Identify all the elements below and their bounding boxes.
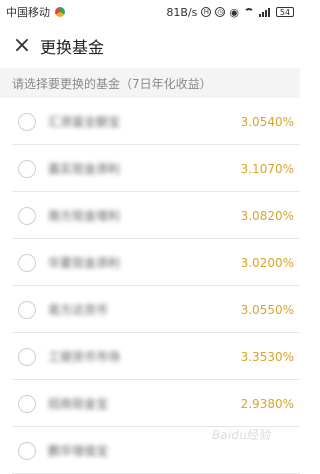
fund-name: 招商现金宝 (48, 397, 109, 411)
fund-list-item[interactable]: 华夏现金添利 3.0200% (0, 239, 300, 286)
carrier-text: 中国移动 (6, 6, 50, 19)
radio-button[interactable] (18, 441, 36, 460)
radio-button[interactable] (18, 159, 36, 178)
fund-list-item[interactable]: 汇添富全额宝 3.0540% (0, 98, 300, 145)
fund-list-item[interactable]: 嘉实现金添利 3.1070% (0, 145, 300, 192)
fund-rate: 2.9380% (240, 396, 294, 411)
carrier-badge-icon (55, 7, 65, 17)
fund-name: 南方现金增利 (48, 209, 121, 223)
fund-rate: 3.0820% (240, 208, 294, 223)
fund-rate: 3.3530% (240, 349, 294, 364)
fund-list-item[interactable]: 工银货币市场 3.3530% (0, 333, 300, 380)
radio-button[interactable] (18, 253, 36, 272)
battery-icon: 54 (276, 7, 294, 17)
close-icon[interactable]: × (12, 35, 32, 57)
fund-name: 鹏华增值宝 (48, 444, 109, 458)
fund-list-item[interactable]: 招商现金宝 2.9380% (0, 380, 300, 427)
radio-button[interactable] (18, 347, 36, 366)
hd-icon: H (201, 7, 212, 17)
fund-rate: 3.0200% (240, 255, 294, 270)
fund-list: 汇添富全额宝 3.0540% 嘉实现金添利 3.1070% 南方现金增利 3.0… (0, 98, 300, 474)
fund-rate: 3.0540% (240, 114, 294, 129)
fund-list-item[interactable]: 易方达货币 3.0550% (0, 286, 300, 333)
status-right: 81B/s H ◷ ◉ 54 (166, 6, 294, 19)
fund-name: 工银货币市场 (48, 350, 121, 364)
fund-name: 易方达货币 (48, 303, 109, 317)
status-left: 中国移动 (6, 4, 65, 20)
subtitle-strip: 请选择要更换的基金（7日年化收益） (0, 68, 300, 98)
fund-list-item[interactable]: 南方现金增利 3.0820% (0, 192, 300, 239)
page-title: 更换基金 (40, 38, 105, 57)
fund-rate: 3.1070% (240, 161, 294, 176)
fund-name: 汇添富全额宝 (48, 115, 121, 129)
fund-name: 华夏现金添利 (48, 256, 121, 270)
subtitle-text: 请选择要更换的基金（7日年化收益） (12, 76, 212, 91)
wifi-icon (243, 7, 255, 17)
fund-name: 嘉实现金添利 (48, 162, 121, 176)
radio-button[interactable] (18, 112, 36, 131)
eye-icon: ◉ (229, 5, 239, 19)
status-bar: 中国移动 81B/s H ◷ ◉ 54 (0, 0, 300, 24)
signal-icon (259, 7, 272, 17)
alarm-icon: ◷ (215, 7, 226, 17)
radio-button[interactable] (18, 300, 36, 319)
fund-list-item[interactable]: 鹏华增值宝 (0, 427, 300, 474)
radio-button[interactable] (18, 206, 36, 225)
network-speed: 81B/s (166, 5, 198, 19)
radio-button[interactable] (18, 394, 36, 413)
app-header: × 更换基金 (0, 24, 300, 68)
fund-rate: 3.0550% (240, 302, 294, 317)
